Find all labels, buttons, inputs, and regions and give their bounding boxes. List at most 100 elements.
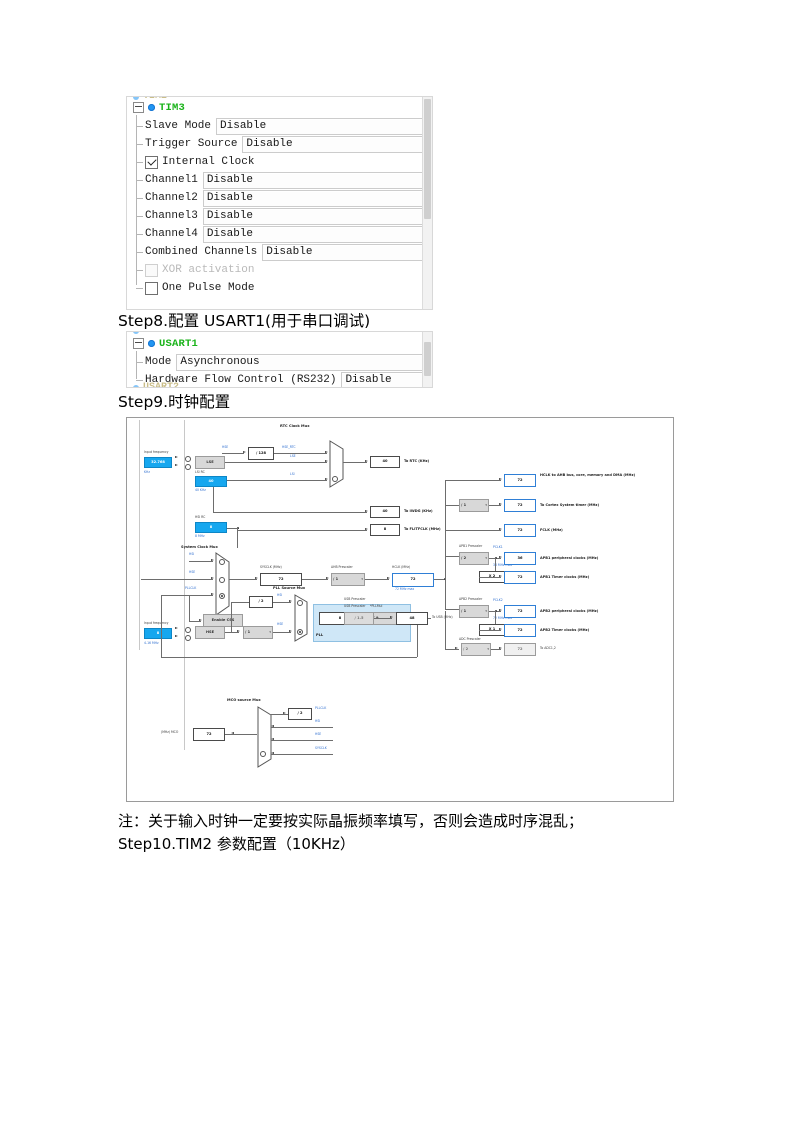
wire bbox=[274, 453, 327, 454]
hclk-value-field[interactable]: 72 bbox=[392, 573, 434, 587]
wire bbox=[271, 727, 333, 728]
step9-heading: Step9.时钟配置 bbox=[118, 393, 231, 411]
lse-radio-1[interactable] bbox=[185, 456, 191, 462]
adc-prescaler-select[interactable]: / 2 ▾ bbox=[461, 643, 491, 656]
signal-pclk1-label: PCLK1 bbox=[493, 545, 503, 549]
chevron-down-icon: ▾ bbox=[485, 502, 487, 507]
ahb-prescaler-select[interactable]: / 1 ▾ bbox=[331, 573, 365, 586]
panel-scroll-thumb[interactable] bbox=[424, 99, 431, 219]
select-hardware-flow-control-rs232-[interactable]: Disable⌄ bbox=[341, 371, 432, 387]
lse-input-frequency-field[interactable]: 32.768 bbox=[144, 457, 172, 468]
select-mode[interactable]: Asynchronous⌄ bbox=[176, 353, 432, 371]
collapse-icon[interactable] bbox=[133, 338, 144, 349]
tim3-tree-header[interactable]: TIM3 bbox=[127, 100, 432, 115]
peripheral-bullet-icon bbox=[148, 340, 155, 347]
wire bbox=[445, 556, 446, 580]
pll-caption: PLL bbox=[316, 633, 324, 637]
config-row: Slave Mode Disable⌄ bbox=[127, 117, 432, 135]
cortex-timer-prescaler-select[interactable]: / 1 ▾ bbox=[459, 499, 489, 512]
checkbox-one-pulse-mode[interactable] bbox=[145, 281, 158, 295]
hse-block[interactable]: HSE bbox=[195, 626, 225, 639]
wire-arrow bbox=[283, 712, 286, 714]
select-channel1[interactable]: Disable⌄ bbox=[202, 171, 432, 189]
peripheral-bullet-icon bbox=[148, 104, 155, 111]
collapse-icon[interactable] bbox=[133, 102, 144, 113]
wire bbox=[445, 530, 501, 531]
tree-tick bbox=[136, 216, 143, 217]
wire-arrow bbox=[255, 577, 258, 579]
wire-arrow bbox=[499, 647, 502, 649]
wire bbox=[445, 649, 459, 650]
wire-arrow bbox=[499, 528, 502, 530]
usb-prescaler-caption: USB Prescaler bbox=[344, 597, 366, 601]
select-value: Disable bbox=[206, 228, 254, 240]
lsi-rc-caption: LSI RC bbox=[195, 470, 205, 474]
ahb-prescaler-value: / 1 bbox=[333, 576, 339, 581]
select-combined-channels[interactable]: Disable⌄ bbox=[262, 243, 432, 261]
rtc-divider-block[interactable]: / 128 bbox=[248, 447, 274, 460]
sysclk-value-field[interactable]: 72 bbox=[260, 573, 302, 586]
wire-arrow bbox=[271, 752, 274, 754]
to-iwdg-value: 40 bbox=[370, 506, 400, 518]
lse-radio-2[interactable] bbox=[185, 464, 191, 470]
usart-tree-header[interactable]: USART1 bbox=[127, 336, 432, 351]
config-row: XOR activation bbox=[127, 261, 432, 279]
hse-radio-1[interactable] bbox=[185, 627, 191, 633]
apb1-prescaler-caption: APB1 Prescaler bbox=[459, 544, 483, 548]
checkbox-internal-clock[interactable] bbox=[145, 155, 158, 169]
rtc-clock-mux-caption: RTC Clock Mux bbox=[280, 424, 310, 428]
mco-divider-block: / 2 bbox=[288, 708, 312, 720]
tree-tick bbox=[136, 162, 143, 163]
hclk-ahb-output-label: HCLK to AHB bus, core, memory and DMA (M… bbox=[540, 473, 636, 477]
ahb-prescaler-caption: AHB Prescaler bbox=[331, 565, 353, 569]
select-value: Asynchronous bbox=[180, 356, 260, 368]
peripheral-bullet-icon bbox=[133, 97, 139, 100]
pll-mux-radio-hsi[interactable] bbox=[297, 600, 303, 606]
wire bbox=[213, 480, 327, 481]
config-row-label: Mode bbox=[145, 356, 172, 368]
panel-scrollbar[interactable] bbox=[422, 97, 432, 309]
clock-configuration-diagram: RTC Clock Mux HSE / 128 HSE_RTC LSE LSI … bbox=[126, 417, 674, 802]
pll-multiplier-select[interactable]: X 9 ▾ bbox=[370, 612, 402, 625]
panel-scroll-thumb[interactable] bbox=[424, 342, 431, 376]
chevron-down-icon: ▾ bbox=[361, 576, 363, 581]
mco-value-field: 72 bbox=[193, 728, 225, 741]
select-value: Disable bbox=[206, 210, 254, 222]
panel-scrollbar[interactable] bbox=[422, 332, 432, 387]
apb1-prescaler-select[interactable]: / 2 ▾ bbox=[459, 552, 489, 565]
wire-arrow bbox=[175, 627, 178, 629]
lse-block[interactable]: LSE bbox=[195, 456, 225, 469]
wire bbox=[271, 740, 333, 741]
wire-arrow bbox=[365, 528, 368, 530]
select-trigger-source[interactable]: Disable⌄ bbox=[242, 135, 432, 153]
hse-input-frequency-field[interactable]: 8 bbox=[144, 628, 172, 639]
select-channel3[interactable]: Disable⌄ bbox=[202, 207, 432, 225]
select-slave-mode[interactable]: Disable⌄ bbox=[216, 117, 432, 135]
chevron-down-icon: ▾ bbox=[485, 555, 487, 560]
tree-tick bbox=[136, 180, 143, 181]
sysclk-mux-radio-hse[interactable] bbox=[219, 577, 225, 583]
select-channel2[interactable]: Disable⌄ bbox=[202, 189, 432, 207]
pll-input-divider-select[interactable]: / 1 ▾ bbox=[243, 626, 273, 639]
wire bbox=[225, 734, 257, 735]
wire-arrow bbox=[175, 635, 178, 637]
config-row-label: Internal Clock bbox=[162, 156, 255, 168]
wire bbox=[141, 579, 213, 580]
pll-mux-radio-hse[interactable] bbox=[297, 629, 303, 635]
wire bbox=[225, 632, 239, 633]
config-row: Internal Clock bbox=[127, 153, 432, 171]
rtc-clock-mux[interactable] bbox=[329, 440, 347, 493]
rtc-mux-select-radio[interactable] bbox=[332, 476, 338, 482]
mco-hsi-label: HSI bbox=[315, 719, 321, 723]
apb2-prescaler-value: / 1 bbox=[461, 608, 467, 613]
signal-pclk2-label: PCLK2 bbox=[493, 598, 503, 602]
mco-mux-select-radio[interactable] bbox=[260, 751, 266, 757]
ghost-peripheral-label: USART2 bbox=[143, 382, 180, 388]
sysclk-mux-radio-pllclk[interactable] bbox=[219, 593, 225, 599]
diagram-divider bbox=[139, 420, 140, 650]
wire bbox=[189, 561, 213, 562]
select-channel4[interactable]: Disable⌄ bbox=[202, 225, 432, 243]
sysclk-mux-radio-hsi[interactable] bbox=[219, 559, 225, 565]
apb2-prescaler-select[interactable]: / 1 ▾ bbox=[459, 605, 489, 618]
hse-radio-2[interactable] bbox=[185, 635, 191, 641]
